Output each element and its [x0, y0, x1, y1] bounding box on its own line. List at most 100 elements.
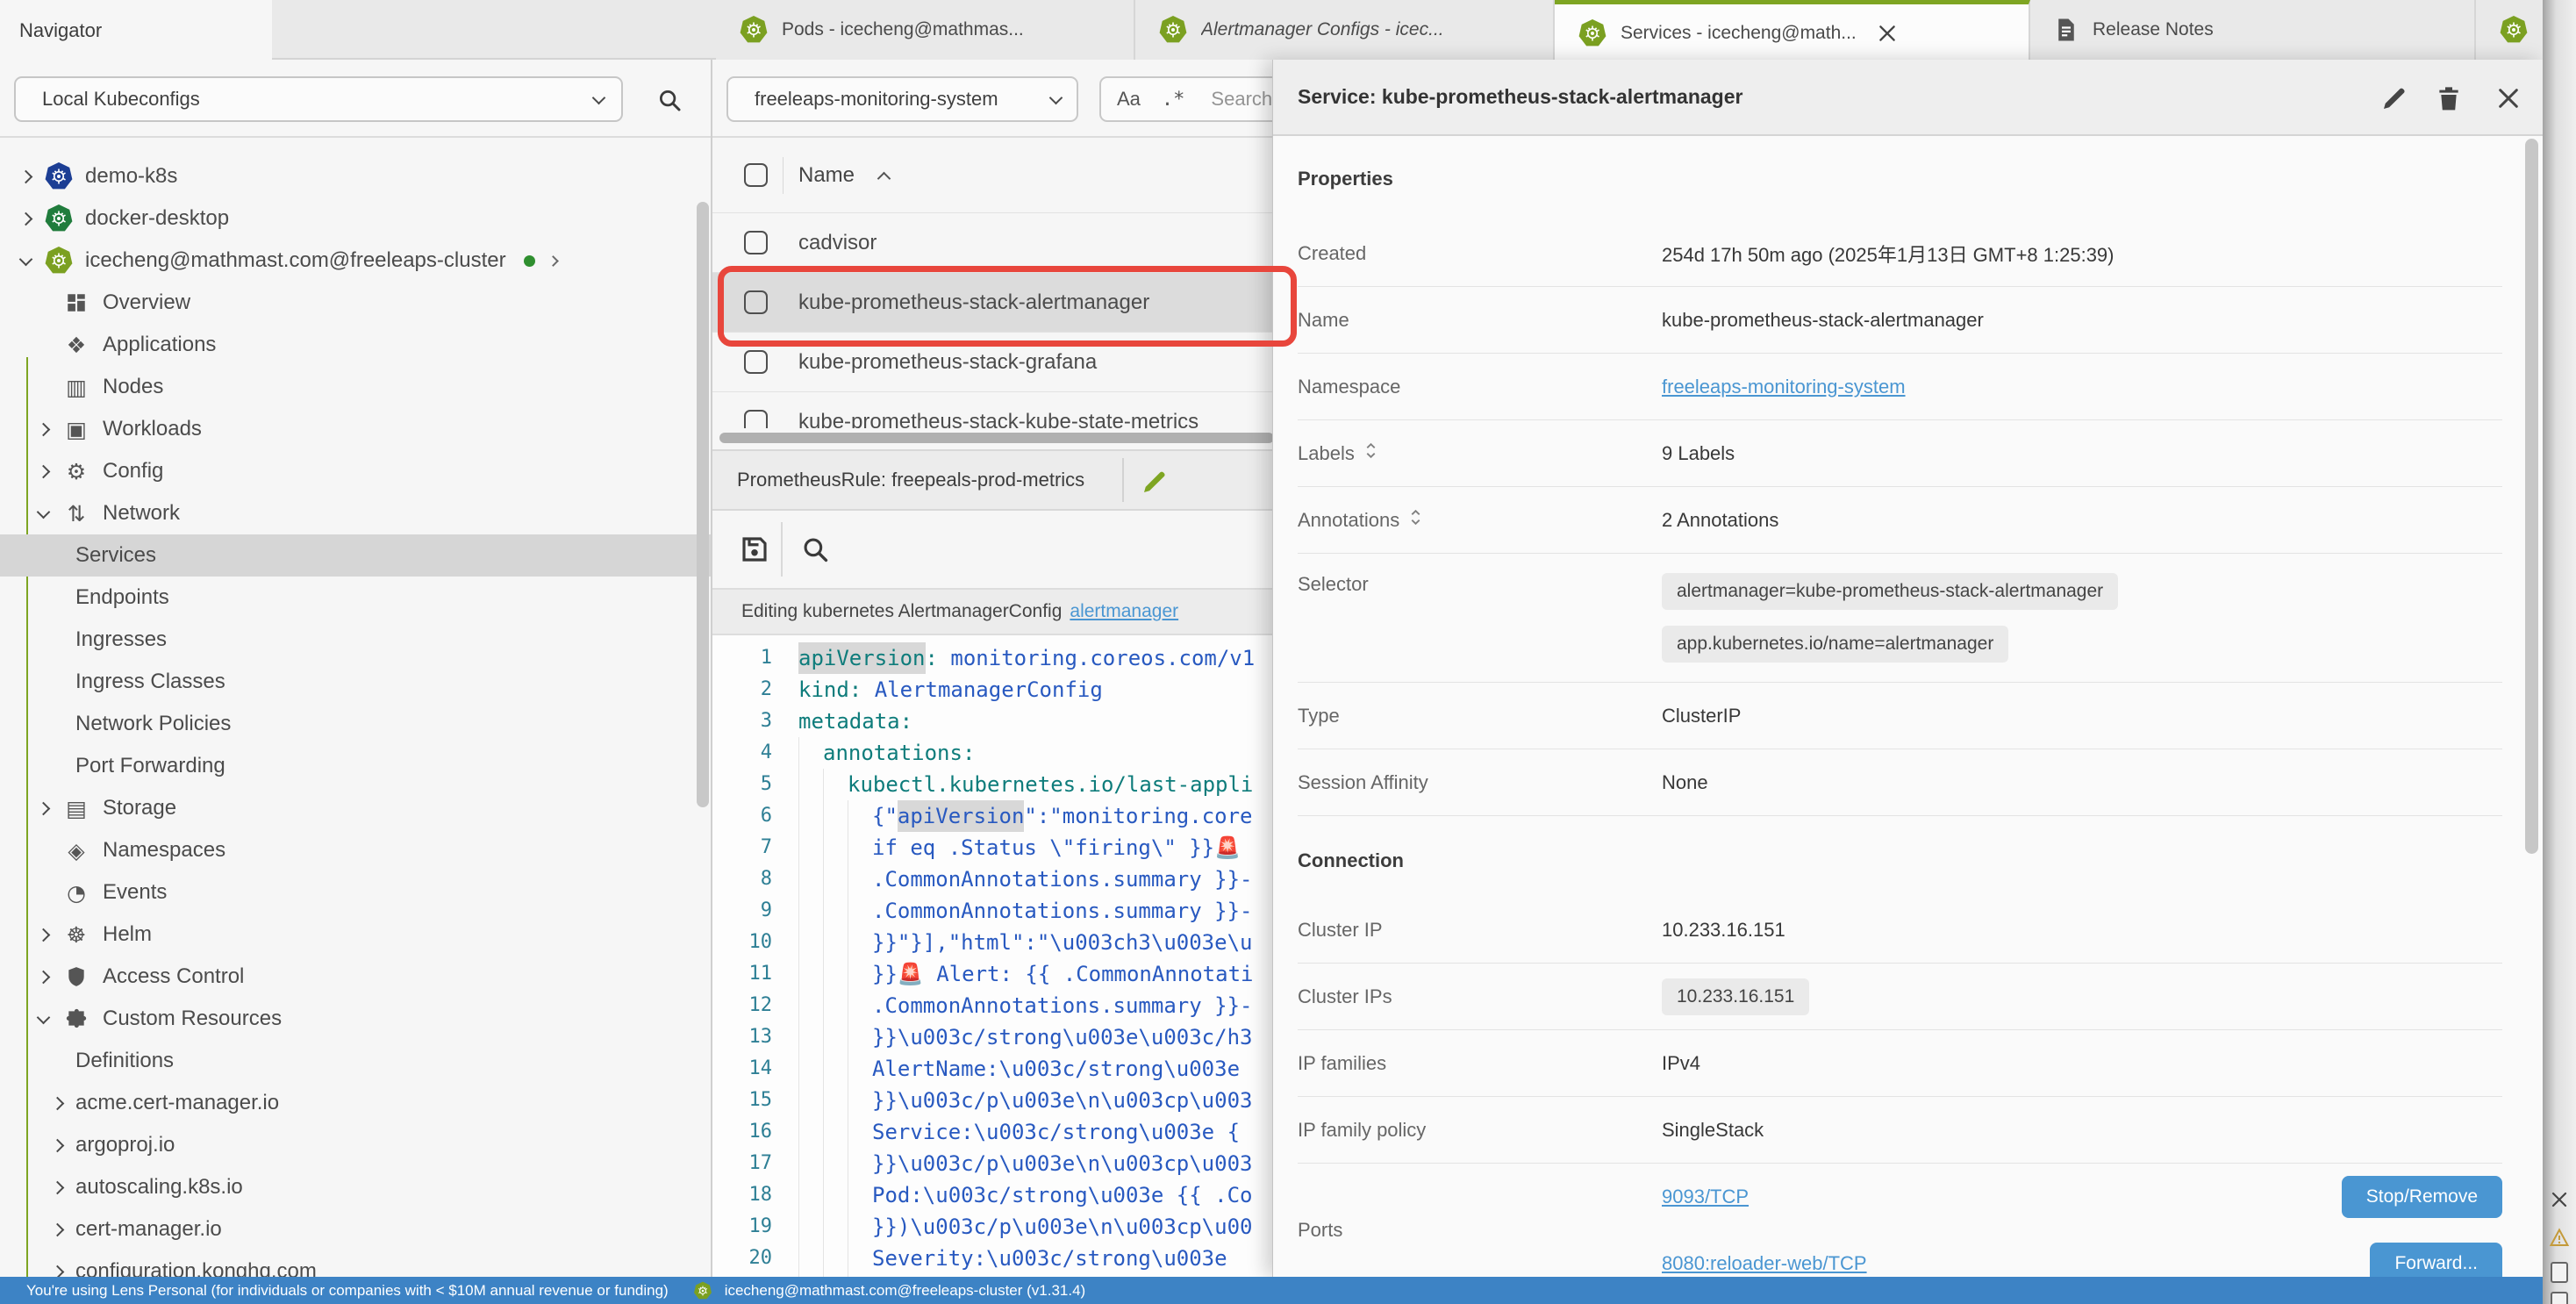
code-token: if eq .Status \"firing\" }} — [872, 832, 1214, 863]
chevron-right-icon[interactable] — [37, 928, 51, 942]
sidebar-item-network[interactable]: ⇅Network — [0, 492, 711, 534]
indent-guide — [798, 1243, 823, 1274]
sidebar-item-ingress-classes[interactable]: Ingress Classes — [0, 661, 711, 703]
code-token: }}\u003c/p\u003e\n\u003cp\u003 — [872, 1085, 1252, 1116]
cluster-status-text[interactable]: icecheng@mathmast.com@freeleaps-cluster … — [725, 1282, 1086, 1300]
sidebar-item-config[interactable]: ⚙Config — [0, 450, 711, 492]
sidebar-item-ingresses[interactable]: Ingresses — [0, 619, 711, 661]
page-thumbnail-icon[interactable] — [2551, 1262, 2568, 1283]
row-checkbox[interactable] — [744, 350, 768, 374]
chevron-right-icon[interactable] — [51, 1096, 65, 1110]
chevron-down-icon[interactable] — [37, 505, 51, 519]
sidebar-item-applications[interactable]: ❖Applications — [0, 324, 711, 366]
page-thumbnail-icon[interactable] — [2551, 1292, 2568, 1304]
match-case-toggle[interactable]: Aa — [1117, 88, 1141, 111]
port-link[interactable]: 8080:reloader-web/TCP — [1662, 1252, 1867, 1275]
chevron-right-icon[interactable] — [51, 1222, 65, 1236]
sidebar-item-icecheng-mathmast-com-freeleaps-cluster[interactable]: icecheng@mathmast.com@freeleaps-cluster — [0, 240, 711, 282]
code-token: Severity:\u003c/strong\u003e — [872, 1243, 1240, 1274]
row-checkbox[interactable] — [744, 231, 768, 254]
chevron-right-icon[interactable] — [37, 422, 51, 436]
search-icon[interactable] — [656, 87, 683, 113]
sidebar-item-storage[interactable]: ▤Storage — [0, 787, 711, 829]
sidebar-item-port-forwarding[interactable]: Port Forwarding — [0, 745, 711, 787]
chevron-right-icon[interactable] — [51, 1138, 65, 1152]
chevron-right-icon[interactable] — [19, 211, 33, 226]
sidebar-item-network-policies[interactable]: Network Policies — [0, 703, 711, 745]
sidebar-item-docker-desktop[interactable]: docker-desktop — [0, 197, 711, 240]
namespace-link[interactable]: freeleaps-monitoring-system — [1662, 376, 1906, 398]
chevron-right-icon[interactable] — [51, 1265, 65, 1277]
edit-pencil-icon[interactable] — [2380, 84, 2408, 112]
select-all-checkbox[interactable] — [744, 163, 768, 187]
code-token: }} — [872, 958, 898, 990]
indent-guide — [798, 1085, 823, 1116]
detail-label-text: Ports — [1298, 1219, 1342, 1242]
editor-search-icon[interactable] — [800, 534, 830, 564]
sidebar-item-acme-cert-manager-io[interactable]: acme.cert-manager.io — [0, 1082, 711, 1124]
chevron-right-icon[interactable] — [547, 255, 559, 267]
chevron-down-icon — [592, 90, 606, 104]
sidebar-item-custom-resources[interactable]: Custom Resources — [0, 998, 711, 1040]
forward-button[interactable]: Forward... — [2370, 1243, 2502, 1277]
sort-updown-icon[interactable] — [1355, 441, 1377, 465]
sidebar-item-namespaces[interactable]: ◈Namespaces — [0, 829, 711, 871]
stop-remove-button[interactable]: Stop/Remove — [2342, 1176, 2502, 1218]
drawer-scrollbar[interactable] — [2525, 139, 2538, 854]
horizontal-scrollbar-thumb[interactable] — [719, 433, 1274, 443]
sidebar-item-configuration-konghq-com[interactable]: configuration.konghq.com — [0, 1250, 711, 1277]
chevron-right-icon[interactable] — [51, 1180, 65, 1194]
row-checkbox[interactable] — [744, 410, 768, 428]
sidebar-item-workloads[interactable]: ▣Workloads — [0, 408, 711, 450]
sidebar-item-definitions[interactable]: Definitions — [0, 1040, 711, 1082]
port-link[interactable]: 9093/TCP — [1662, 1186, 1749, 1208]
close-icon[interactable] — [2494, 84, 2522, 112]
trash-icon[interactable] — [2435, 84, 2463, 112]
code-token: apiVersion — [798, 642, 926, 674]
sidebar-item-cert-manager-io[interactable]: cert-manager.io — [0, 1208, 711, 1250]
tab-Alertmanager Configs - icec...[interactable]: Alertmanager Configs - icec... — [1135, 0, 1555, 60]
chevron-down-icon[interactable] — [37, 1010, 51, 1024]
sidebar-scrollbar[interactable] — [697, 202, 709, 807]
chevron-right-icon[interactable] — [37, 970, 51, 984]
navigator-panel-tab[interactable]: Navigator — [0, 0, 272, 61]
sidebar-item-events[interactable]: ◔Events — [0, 871, 711, 914]
sort-updown-icon[interactable] — [1399, 508, 1421, 532]
chevron-right-icon[interactable] — [37, 464, 51, 478]
tab-Pods - icecheng@mathmas...[interactable]: Pods - icecheng@mathmas... — [716, 0, 1135, 60]
editing-resource-link[interactable]: alertmanager — [1070, 601, 1178, 622]
applications-icon: ❖ — [61, 330, 91, 360]
detail-label-text: Name — [1298, 309, 1349, 332]
code-token: apiVersion — [898, 800, 1025, 832]
close-icon[interactable] — [1876, 22, 1899, 45]
name-column-header[interactable]: Name — [798, 138, 889, 212]
sidebar-item-argoproj-io[interactable]: argoproj.io — [0, 1124, 711, 1166]
regex-toggle[interactable]: .* — [1162, 89, 1185, 111]
detail-value: kube-prometheus-stack-alertmanager — [1662, 309, 1984, 332]
edit-pencil-icon[interactable] — [1141, 468, 1169, 496]
chevron-down-icon[interactable] — [19, 252, 33, 266]
close-icon[interactable] — [2549, 1189, 2570, 1210]
sidebar-item-autoscaling-k8s-io[interactable]: autoscaling.k8s.io — [0, 1166, 711, 1208]
indent-guide — [823, 1211, 848, 1243]
sidebar-item-access-control[interactable]: Access Control — [0, 956, 711, 998]
tab-Services - icecheng@math...[interactable]: Services - icecheng@math... — [1555, 0, 2030, 61]
sidebar-item-overview[interactable]: Overview — [0, 282, 711, 324]
save-icon[interactable] — [739, 534, 770, 565]
sidebar-item-demo-k8s[interactable]: demo-k8s — [0, 155, 711, 197]
sidebar-item-services[interactable]: Services — [0, 534, 711, 577]
tab-Release Notes[interactable]: Release Notes — [2030, 0, 2476, 60]
row-checkbox[interactable] — [744, 290, 768, 314]
chevron-right-icon[interactable] — [19, 169, 33, 183]
sidebar-item-nodes[interactable]: ▥Nodes — [0, 366, 711, 408]
indent-guide — [848, 1085, 872, 1116]
sidebar-item-endpoints[interactable]: Endpoints — [0, 577, 711, 619]
indent-guide — [798, 1211, 823, 1243]
chevron-right-icon[interactable] — [37, 801, 51, 815]
kubeconfig-select[interactable]: Local Kubeconfigs — [14, 76, 623, 122]
sidebar-item-helm[interactable]: ☸Helm — [0, 914, 711, 956]
namespace-select[interactable]: freeleaps-monitoring-system — [726, 76, 1078, 122]
code-text: apiVersion: monitoring.coreos.com/v1 — [798, 642, 1255, 674]
namespaces-icon: ◈ — [61, 835, 91, 865]
right-edge-strip — [2543, 0, 2576, 1304]
